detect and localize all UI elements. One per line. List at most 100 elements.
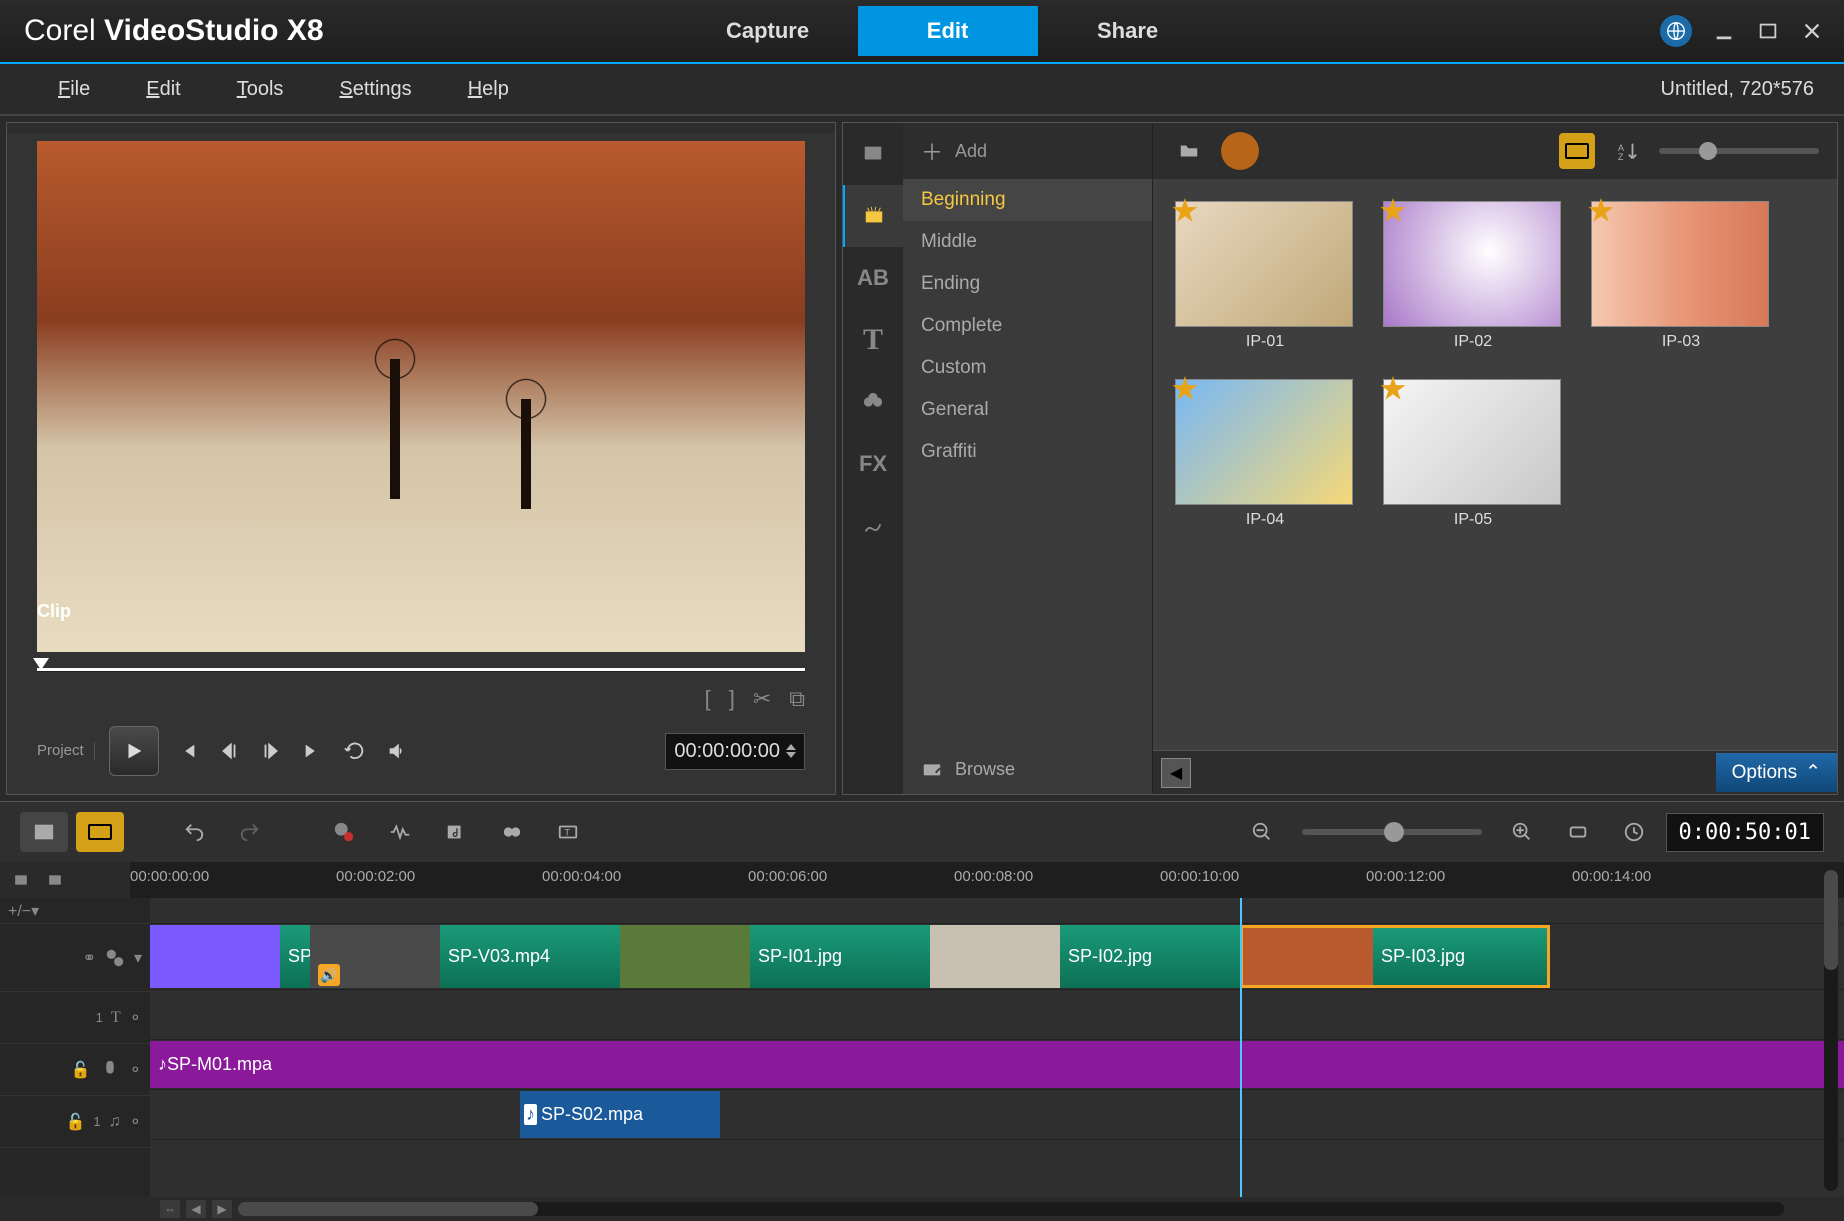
libtab-path[interactable] (843, 495, 903, 557)
mark-in-icon[interactable]: [ (705, 686, 711, 712)
track-header-overlay[interactable]: 1T⚬ (0, 992, 150, 1044)
next-frame-icon[interactable] (257, 737, 285, 765)
library-item[interactable]: IP-05 (1383, 379, 1563, 529)
scroll-mode-icon[interactable]: ⇔ (160, 1200, 180, 1218)
timecode-down[interactable] (786, 752, 796, 758)
voice-track-icon (99, 1059, 121, 1081)
thumbnail-size-slider[interactable] (1659, 148, 1819, 154)
libtab-media[interactable] (843, 123, 903, 185)
library-item[interactable]: IP-04 (1175, 379, 1355, 529)
menu-settings[interactable]: Settings (311, 72, 439, 107)
lock-icon[interactable]: 🔓 (65, 1112, 85, 1132)
libcat-complete[interactable]: Complete (903, 305, 1152, 347)
repeat-icon[interactable] (341, 737, 369, 765)
timeline-ruler[interactable]: 00:00:00:0000:00:02:0000:00:04:0000:00:0… (0, 862, 1844, 898)
track-link-icon[interactable]: ⚭ (83, 948, 96, 968)
video-clip[interactable]: SP-I02.jpg (930, 925, 1240, 988)
clip-label: SP-V03.mp4 (448, 946, 550, 967)
redo-icon[interactable] (226, 812, 274, 852)
menu-edit[interactable]: Edit (118, 72, 208, 107)
lock-icon[interactable]: 🔓 (71, 1060, 91, 1080)
playhead[interactable] (1240, 898, 1242, 1197)
play-button[interactable] (109, 726, 159, 776)
video-clip[interactable]: 🔊SP-V03.mp4 (310, 925, 620, 988)
libcat-general[interactable]: General (903, 389, 1152, 431)
prev-frame-icon[interactable] (215, 737, 243, 765)
subtitle-icon[interactable]: T (544, 812, 592, 852)
options-button[interactable]: Options ⌃ (1716, 753, 1837, 792)
libtab-title[interactable]: T (843, 309, 903, 371)
mark-out-icon[interactable]: ] (729, 686, 735, 712)
music-clip[interactable]: ♪ SP-M01.mpa (150, 1041, 1844, 1088)
audio-mixer-icon[interactable] (376, 812, 424, 852)
track-header-voice[interactable]: 🔓 ⚬ (0, 1044, 150, 1096)
tab-share[interactable]: Share (1038, 6, 1218, 56)
libtab-transition[interactable]: AB (843, 247, 903, 309)
ruler-tool-1[interactable] (6, 868, 36, 892)
track-motion-icon[interactable] (488, 812, 536, 852)
libcat-middle[interactable]: Middle (903, 221, 1152, 263)
libcat-beginning[interactable]: Beginning (903, 179, 1152, 221)
volume-icon[interactable] (383, 737, 411, 765)
timeline-v-scrollbar[interactable] (1824, 870, 1838, 1191)
libcat-custom[interactable]: Custom (903, 347, 1152, 389)
timeline-timecode[interactable]: 0:00:50:01 (1666, 813, 1824, 852)
split-icon[interactable]: ✂ (753, 686, 771, 712)
snapshot-icon[interactable]: ⧉ (789, 686, 805, 712)
library-scroll-left[interactable]: ◀ (1161, 758, 1191, 788)
disc-icon[interactable] (1221, 132, 1259, 170)
sound-clip[interactable]: ♪SP-S02.mpa (520, 1091, 720, 1138)
fit-project-icon[interactable] (1554, 812, 1602, 852)
video-clip[interactable]: SP (150, 925, 310, 988)
menu-tools[interactable]: Tools (209, 72, 312, 107)
timeline-view-icon[interactable] (76, 812, 124, 852)
scroll-left-icon[interactable]: ◀ (186, 1200, 206, 1218)
video-clip[interactable]: SP-I03.jpg (1240, 925, 1550, 988)
project-duration-icon[interactable] (1610, 812, 1658, 852)
zoom-slider[interactable] (1302, 829, 1482, 835)
sort-icon[interactable]: AZ (1609, 133, 1645, 169)
goto-start-icon[interactable] (173, 737, 201, 765)
library-item[interactable]: IP-03 (1591, 201, 1771, 351)
preview-scrubber[interactable] (37, 660, 805, 678)
ruler-tool-2[interactable] (40, 868, 70, 892)
tab-edit[interactable]: Edit (858, 6, 1038, 56)
folder-icon[interactable] (1171, 133, 1207, 169)
timeline-panel: T 0:00:50:01 00:00:00:0000:00:02:0000:00… (0, 801, 1844, 1221)
libtab-instant-project[interactable] (843, 185, 903, 247)
track-expand-icon[interactable]: ▾ (134, 948, 142, 968)
close-button[interactable] (1800, 19, 1824, 43)
preview-viewport[interactable] (37, 141, 805, 652)
library-item[interactable]: IP-02 (1383, 201, 1563, 351)
track-header-music[interactable]: 🔓 1♫⚬ (0, 1096, 150, 1148)
maximize-button[interactable] (1756, 19, 1780, 43)
libcat-ending[interactable]: Ending (903, 263, 1152, 305)
add-remove-chapter-icon[interactable]: +/−▾ (8, 901, 39, 921)
record-icon[interactable] (320, 812, 368, 852)
zoom-in-icon[interactable] (1498, 812, 1546, 852)
storyboard-view-icon[interactable] (20, 812, 68, 852)
scroll-right-icon[interactable]: ▶ (212, 1200, 232, 1218)
libcat-graffiti[interactable]: Graffiti (903, 431, 1152, 473)
zoom-out-icon[interactable] (1238, 812, 1286, 852)
library-browse-button[interactable]: Browse (903, 744, 1033, 794)
auto-music-icon[interactable] (432, 812, 480, 852)
preview-timecode[interactable]: 00:00:00:00 (665, 733, 805, 770)
goto-end-icon[interactable] (299, 737, 327, 765)
view-thumbnails-icon[interactable] (1559, 133, 1595, 169)
libtab-filter[interactable]: FX (843, 433, 903, 495)
video-clip[interactable]: SP-I01.jpg (620, 925, 930, 988)
menu-help[interactable]: Help (440, 72, 537, 107)
libtab-graphic[interactable] (843, 371, 903, 433)
tab-capture[interactable]: Capture (678, 6, 858, 56)
panel-grip[interactable] (7, 123, 835, 133)
timecode-up[interactable] (786, 744, 796, 750)
track-header-video[interactable]: ⚭ ▾ (0, 924, 150, 992)
library-item[interactable]: IP-01 (1175, 201, 1355, 351)
timeline-h-scrollbar[interactable]: ⇔ ◀ ▶ (0, 1197, 1844, 1221)
minimize-button[interactable] (1712, 19, 1736, 43)
library-add-button[interactable]: ＋Add (903, 123, 1152, 179)
timeline-tracks[interactable]: SP🔊SP-V03.mp4SP-I01.jpgSP-I02.jpgSP-I03.… (150, 898, 1844, 1197)
undo-icon[interactable] (170, 812, 218, 852)
globe-icon[interactable] (1660, 15, 1692, 47)
